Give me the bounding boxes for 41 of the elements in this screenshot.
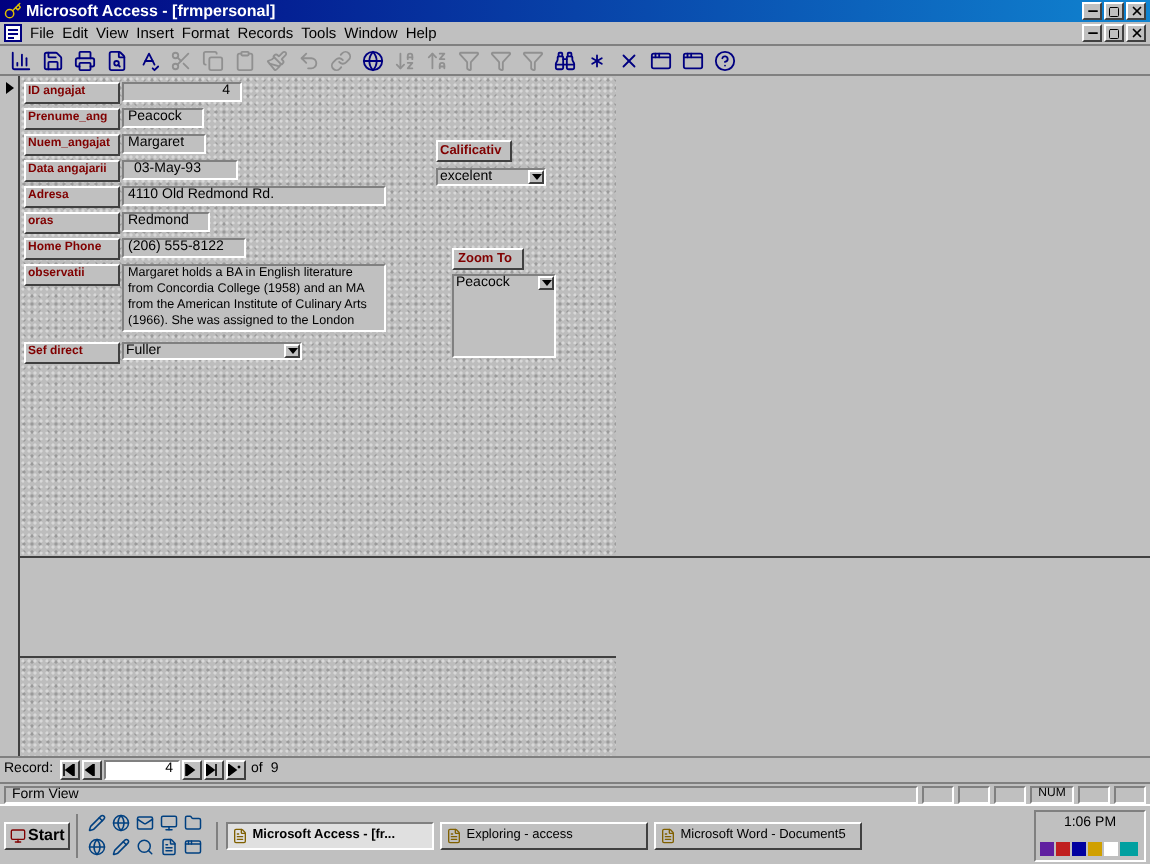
next-record-button[interactable] [181, 760, 202, 780]
key-icon [4, 2, 22, 20]
dropdown-arrow-icon[interactable] [538, 276, 554, 290]
close-button[interactable] [1126, 24, 1146, 42]
document-icon [660, 827, 677, 843]
database-window-icon[interactable] [646, 47, 674, 73]
window-icon[interactable] [182, 837, 203, 857]
browser-icon[interactable] [110, 813, 131, 833]
folder-icon[interactable] [182, 813, 203, 833]
help-icon[interactable] [710, 47, 738, 73]
desktop-icon[interactable] [158, 813, 179, 833]
save-icon[interactable] [38, 47, 66, 73]
first-record-button[interactable] [59, 760, 80, 780]
minimize-button[interactable] [1082, 24, 1102, 42]
form-icon[interactable] [4, 24, 22, 42]
dropdown-arrow-icon[interactable] [284, 344, 300, 358]
document-icon [446, 827, 463, 843]
close-button[interactable] [1126, 2, 1146, 20]
close-icon [1129, 26, 1143, 40]
globe-icon[interactable] [86, 837, 107, 857]
previous-record-button[interactable] [81, 760, 102, 780]
mail-icon[interactable] [134, 813, 155, 833]
minimize-button[interactable] [1082, 2, 1102, 20]
monitor-icon [10, 827, 26, 843]
document-icon [232, 827, 249, 843]
pen-icon[interactable] [110, 837, 131, 857]
current-record-icon [6, 82, 14, 94]
find-icon[interactable] [550, 47, 578, 73]
start-button[interactable]: Start [4, 821, 71, 849]
document-icon[interactable] [158, 837, 179, 857]
dropdown-arrow-icon[interactable] [528, 170, 544, 184]
close-icon [1129, 4, 1143, 18]
tray-icons-drawing [1040, 839, 1140, 857]
window-title: Microsoft Access - [frmpersonal] [26, 1, 278, 21]
new-record-button[interactable] [225, 760, 246, 780]
last-record-button[interactable] [203, 760, 224, 780]
globe-icon[interactable] [358, 47, 386, 73]
print-icon[interactable] [70, 47, 98, 73]
chart-icon[interactable] [6, 47, 34, 73]
new-object-icon[interactable] [678, 47, 706, 73]
search-icon[interactable] [134, 837, 155, 857]
